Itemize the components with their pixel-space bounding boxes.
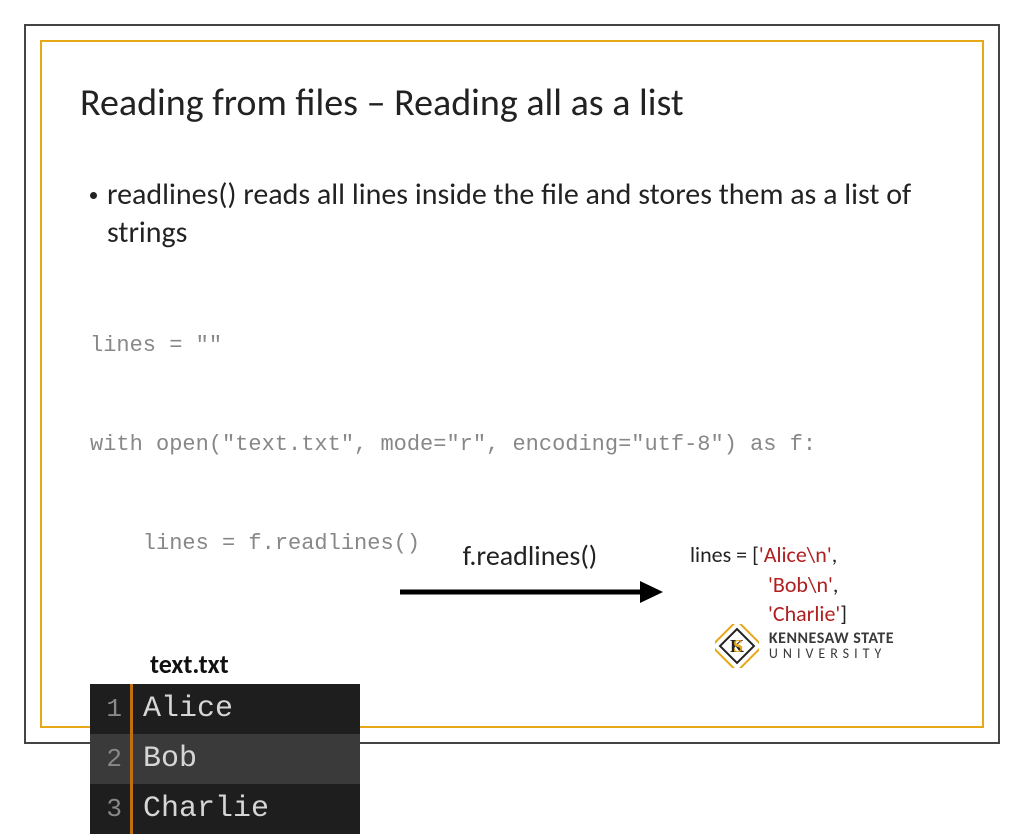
svg-text:S: S: [733, 636, 743, 656]
result-string: 'Bob\n': [768, 571, 833, 598]
bullet-dot-icon: [90, 192, 97, 199]
result-prefix: lines = [: [690, 541, 759, 568]
result-block: lines = ['Alice\n', 'Bob\n', 'Charlie']: [690, 540, 847, 629]
university-logo: K S KENNESAW STATE UNIVERSITY: [715, 624, 894, 668]
arrow-label: f.readlines(): [380, 538, 680, 573]
line-number: 3: [90, 794, 130, 824]
slide-title: Reading from files – Reading all as a li…: [80, 80, 944, 126]
bullet-text: readlines() reads all lines inside the f…: [107, 176, 944, 251]
result-sep: ,: [832, 541, 838, 568]
bullet-item: readlines() reads all lines inside the f…: [90, 176, 944, 251]
line-number: 1: [90, 694, 130, 724]
editor-row: 3 Charlie: [90, 784, 360, 834]
logo-line2: UNIVERSITY: [769, 647, 894, 661]
result-string: 'Alice\n': [759, 541, 832, 568]
logo-text: KENNESAW STATE UNIVERSITY: [769, 631, 894, 661]
code-line: lines = "": [90, 329, 944, 362]
editor-row: 2 Bob: [90, 734, 360, 784]
editor-text: Bob: [133, 742, 197, 776]
result-line: lines = ['Alice\n',: [690, 540, 847, 570]
text-editor: 1 Alice 2 Bob 3 Charlie: [90, 684, 360, 834]
editor-text: Alice: [133, 692, 233, 726]
code-line: with open("text.txt", mode="r", encoding…: [90, 428, 944, 461]
editor-text: Charlie: [133, 792, 269, 826]
editor-row: 1 Alice: [90, 684, 360, 734]
result-sep: ,: [833, 571, 839, 598]
arrow-zone: f.readlines(): [380, 538, 680, 607]
line-number: 2: [90, 744, 130, 774]
ksu-logo-icon: K S: [715, 624, 759, 668]
slide-content: Reading from files – Reading all as a li…: [80, 60, 944, 708]
arrow-right-icon: [395, 577, 665, 607]
result-line: 'Bob\n',: [690, 570, 847, 600]
